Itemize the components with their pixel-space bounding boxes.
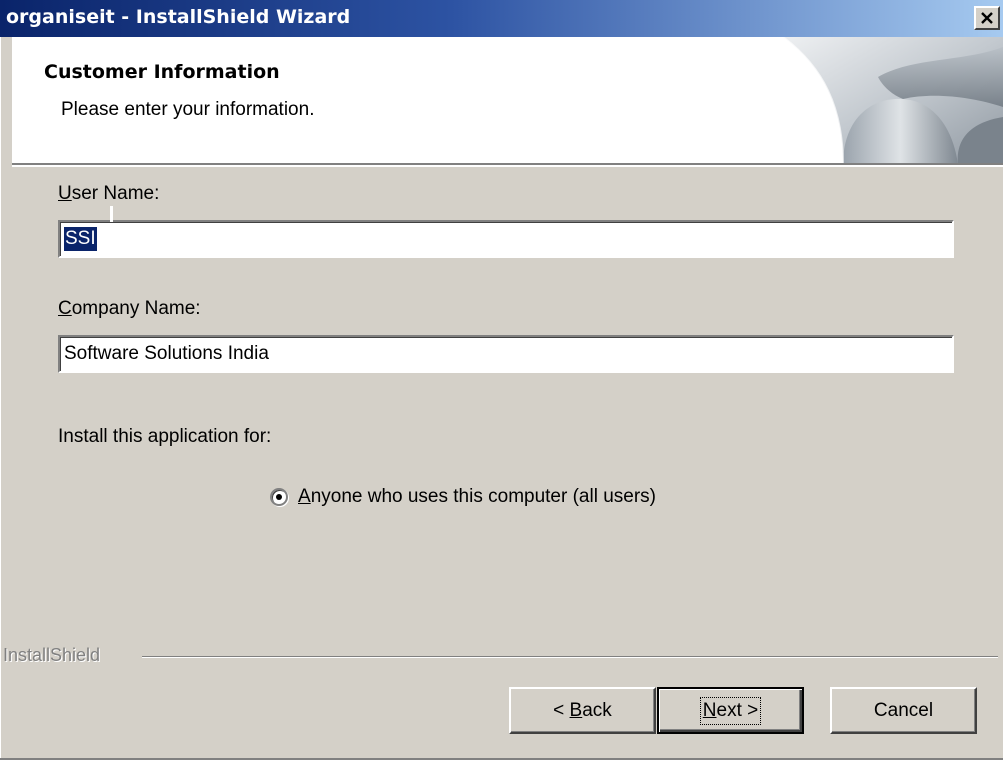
back-button[interactable]: < Back <box>509 687 656 734</box>
next-button-label: Next > <box>699 696 762 725</box>
installshield-page-curl-graphic <box>783 37 1003 163</box>
radio-selected-dot <box>276 494 282 500</box>
radio-all-users[interactable]: Anyone who uses this computer (all users… <box>270 484 656 510</box>
page-subtitle: Please enter your information. <box>61 99 315 120</box>
company-name-label: Company Name: <box>58 298 201 319</box>
installshield-brand-label: InstallShield <box>3 645 101 665</box>
header-panel: Customer Information Please enter your i… <box>12 37 1003 165</box>
installshield-wizard-window: organiseit - InstallShield Wizard Custom… <box>0 0 1003 760</box>
page-title: Customer Information <box>44 61 280 83</box>
back-button-label: < Back <box>553 699 612 721</box>
company-name-value: Software Solutions India <box>64 343 269 364</box>
radio-all-users-label[interactable]: Anyone who uses this computer (all users… <box>298 486 656 508</box>
user-name-input[interactable]: SSI <box>58 220 954 258</box>
close-button[interactable] <box>974 6 1000 30</box>
brand-separator <box>142 656 998 658</box>
window-title: organiseit - InstallShield Wizard <box>6 6 351 28</box>
next-button[interactable]: Next > <box>657 687 804 734</box>
close-icon <box>981 12 993 24</box>
user-name-label: User Name: <box>58 183 160 204</box>
company-name-input[interactable]: Software Solutions India <box>58 335 954 373</box>
user-name-value: SSI <box>64 227 97 251</box>
install-for-label: Install this application for: <box>58 426 272 447</box>
cancel-button-label: Cancel <box>873 699 934 721</box>
title-bar[interactable]: organiseit - InstallShield Wizard <box>0 0 1003 37</box>
text-caret <box>110 206 113 222</box>
cancel-button[interactable]: Cancel <box>830 687 977 734</box>
radio-button-icon[interactable] <box>270 488 288 506</box>
header-separator <box>12 165 1003 167</box>
